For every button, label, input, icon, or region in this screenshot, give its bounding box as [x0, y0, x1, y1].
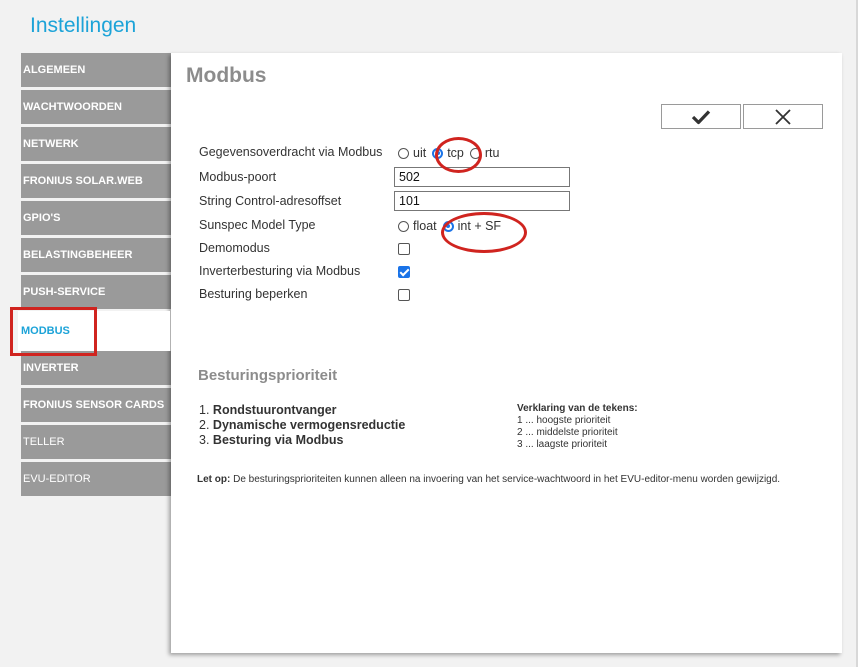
settings-panel: Modbus Gegevensoverdracht via Modbus uit… [171, 53, 842, 653]
sidebar-item-algemeen[interactable]: ALGEMEEN [21, 53, 171, 87]
transfer-label: Gegevensoverdracht via Modbus [199, 145, 383, 159]
sidebar-item-teller[interactable]: TELLER [21, 425, 171, 459]
sidebar-item-wachtwoorden[interactable]: WACHTWOORDEN [21, 90, 171, 124]
port-label: Modbus-poort [199, 170, 277, 184]
close-icon [775, 108, 791, 125]
radio-rtu[interactable] [469, 147, 481, 159]
page-title: Modbus [186, 64, 267, 87]
legend-item: 1 ... hoogste prioriteit [517, 415, 611, 426]
sidebar-item-evu-editor[interactable]: EVU-EDITOR [21, 462, 171, 496]
note-text: De besturingsprioriteiten kunnen alleen … [230, 474, 781, 485]
radio-int-sf[interactable] [442, 220, 454, 232]
sidebar-item-fronius-solar-web[interactable]: FRONIUS SOLAR.WEB [21, 164, 171, 198]
inverter-control-label: Inverterbesturing via Modbus [199, 264, 361, 278]
sunspec-label: Sunspec Model Type [199, 218, 316, 232]
priority-legend: Verklaring van de tekens: 1 ... hoogste … [517, 403, 638, 451]
demo-checkbox[interactable] [398, 243, 410, 255]
priority-item: 2. Dynamische vermogensreductie [199, 418, 405, 433]
priority-item: 1. Rondstuurontvanger [199, 403, 405, 418]
sidebar-item-inverter[interactable]: INVERTER [21, 351, 171, 385]
radio-uit-label: uit [413, 146, 427, 160]
offset-label: String Control-adresoffset [199, 194, 342, 208]
sidebar-item-netwerk[interactable]: NETWERK [21, 127, 171, 161]
sidebar-item-push-service[interactable]: PUSH-SERVICE [21, 275, 171, 309]
radio-option-rtu[interactable]: rtu [469, 146, 500, 160]
priority-label: Rondstuurontvanger [212, 403, 337, 417]
sidebar-item-gpios[interactable]: GPIO'S [21, 201, 171, 235]
app-title: Instellingen [30, 14, 137, 37]
limit-control-label: Besturing beperken [199, 287, 308, 301]
priority-item: 3. Besturing via Modbus [199, 433, 405, 448]
cancel-button[interactable] [743, 104, 823, 129]
radio-tcp-label: tcp [447, 146, 464, 160]
limit-control-checkbox[interactable] [398, 289, 410, 301]
sidebar-item-modbus[interactable]: MODBUS [18, 311, 170, 351]
inverter-control-checkbox[interactable] [398, 266, 410, 278]
string-control-offset-input[interactable] [394, 191, 570, 211]
modbus-port-input[interactable] [394, 167, 570, 187]
priority-label: Dynamische vermogensreductie [212, 418, 406, 432]
priority-note: Let op: De besturingsprioriteiten kunnen… [197, 474, 780, 485]
radio-tcp[interactable] [432, 147, 444, 159]
radio-rtu-label: rtu [484, 146, 500, 160]
radio-float-label: float [413, 219, 437, 233]
legend-item: 3 ... laagste prioriteit [517, 439, 608, 450]
priority-list: 1. Rondstuurontvanger 2. Dynamische verm… [199, 403, 405, 448]
priority-num: 3. [199, 433, 210, 447]
sunspec-radio-group: float int + SF [398, 219, 507, 233]
priority-title: Besturingsprioriteit [198, 367, 338, 384]
priority-num: 2. [199, 418, 210, 432]
legend-item: 2 ... middelste prioriteit [517, 427, 618, 438]
checkmark-icon [691, 109, 711, 124]
priority-label: Besturing via Modbus [212, 433, 344, 447]
radio-float[interactable] [398, 220, 409, 232]
confirm-button[interactable] [661, 104, 741, 129]
sidebar-nav: ALGEMEEN WACHTWOORDEN NETWERK FRONIUS SO… [18, 53, 171, 499]
transfer-radio-group: uit tcp rtu [398, 146, 505, 160]
radio-int-sf-label: int + SF [457, 219, 502, 233]
priority-num: 1. [199, 403, 210, 417]
radio-option-float[interactable]: float [398, 219, 437, 233]
radio-option-uit[interactable]: uit [398, 146, 426, 160]
demo-label: Demomodus [199, 241, 270, 255]
sidebar-item-belastingbeheer[interactable]: BELASTINGBEHEER [21, 238, 171, 272]
sidebar-item-fronius-sensor-cards[interactable]: FRONIUS SENSOR CARDS [21, 388, 171, 422]
radio-option-tcp[interactable]: tcp [432, 146, 464, 160]
radio-option-int-sf[interactable]: int + SF [442, 219, 502, 233]
note-prefix: Let op: [197, 474, 231, 485]
legend-title: Verklaring van de tekens: [517, 403, 638, 414]
radio-uit[interactable] [398, 147, 409, 159]
